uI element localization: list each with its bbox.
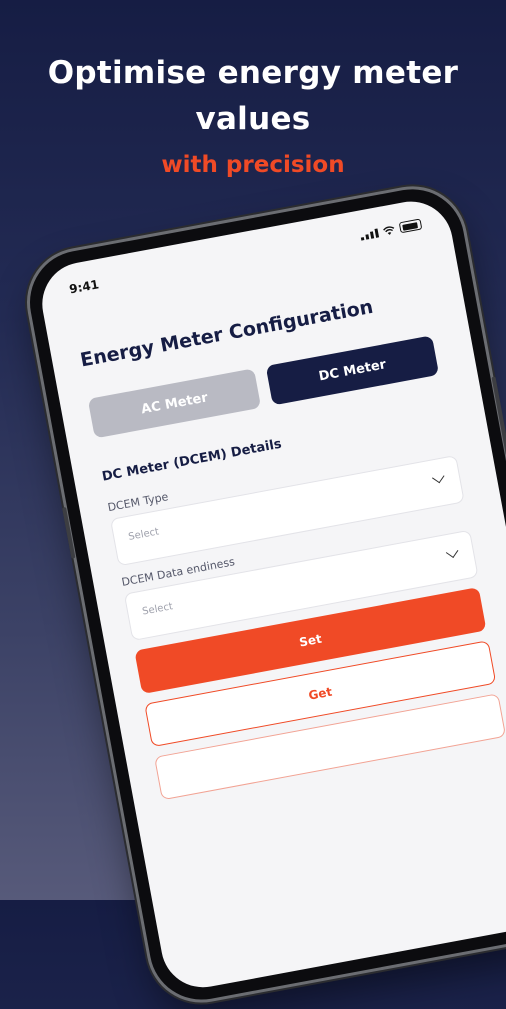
status-time: 9:41 bbox=[68, 277, 101, 297]
dcem-endiness-placeholder: Select bbox=[141, 601, 174, 618]
phone-screen: 9:41 Energy Meter Configuration AC Meter… bbox=[35, 194, 506, 995]
chevron-down-icon bbox=[445, 545, 459, 559]
hero-subtitle-text: with precision bbox=[161, 152, 345, 178]
phone-mockup: 9:41 Energy Meter Configuration AC Meter… bbox=[21, 180, 506, 1009]
phone-side-button-power bbox=[491, 376, 506, 456]
section-title: DC Meter (DCEM) Details bbox=[100, 436, 283, 485]
battery-icon bbox=[398, 218, 423, 234]
dc-meter-tab[interactable]: DC Meter bbox=[265, 335, 440, 406]
wifi-icon bbox=[383, 226, 395, 235]
dcem-type-placeholder: Select bbox=[127, 526, 160, 543]
phone-frame: 9:41 Energy Meter Configuration AC Meter… bbox=[21, 180, 506, 1009]
phone-side-button-volume bbox=[62, 506, 76, 559]
hero-subtitle: with precision bbox=[0, 152, 506, 178]
ac-meter-tab[interactable]: AC Meter bbox=[87, 368, 262, 439]
hero-title: Optimise energy meter values bbox=[0, 50, 506, 142]
chevron-down-icon bbox=[432, 470, 445, 484]
hero-title-text: Optimise energy meter values bbox=[47, 55, 459, 137]
status-icons bbox=[359, 218, 423, 241]
signal-icon bbox=[360, 227, 380, 241]
